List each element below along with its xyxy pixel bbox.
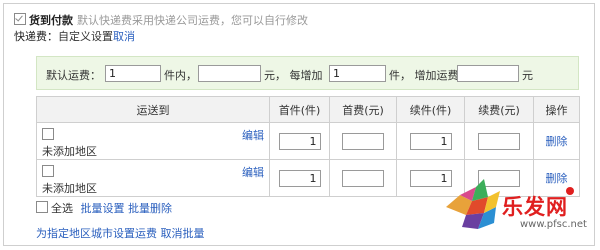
header-operation: 操作 <box>533 96 580 123</box>
header-add-qty: 续件(件) <box>396 96 465 123</box>
bulk-actions-row: 全选 批量设置 批量删除 <box>36 200 172 216</box>
first-qty-input[interactable] <box>278 132 321 150</box>
default-fee-box: 默认运费： 件内， 元， 每增加 件， 增加运费 元 <box>36 56 579 90</box>
default-unit-yuan-each: 元， 每增加 <box>264 69 323 82</box>
default-add-qty-input[interactable] <box>329 65 386 82</box>
first-fee-cell <box>329 122 397 160</box>
watermark-deer-graphic <box>446 179 500 229</box>
watermark-logo: 乐发网 www.pfsc.net <box>438 169 588 239</box>
cancel-batch-link[interactable]: 取消批量 <box>161 227 205 240</box>
fee-custom-text: 自定义设置 <box>58 30 113 43</box>
default-first-fee-input[interactable] <box>198 65 261 82</box>
select-all-checkbox[interactable] <box>36 201 48 213</box>
default-unit-piece-add: 件， 增加运费 <box>389 69 459 82</box>
default-unit-yuan: 元 <box>522 69 533 82</box>
default-first-qty-input[interactable] <box>105 65 161 82</box>
fee-row: 快递费：自定义设置取消 <box>14 28 135 44</box>
fee-cancel-link[interactable]: 取消 <box>113 30 135 43</box>
table-header-row: 运送到 首件(件) 首费(元) 续件(件) 续费(元) 操作 <box>36 96 580 123</box>
watermark-dot <box>566 187 574 195</box>
edit-region-link[interactable]: 编辑 <box>242 127 264 143</box>
header-first-fee: 首费(元) <box>329 96 397 123</box>
destination-cell: 编辑 未添加地区 <box>36 122 270 160</box>
region-text: 未添加地区 <box>42 182 97 195</box>
destination-cell: 编辑 未添加地区 <box>36 159 270 197</box>
first-fee-input[interactable] <box>342 169 384 187</box>
add-fee-input[interactable] <box>478 132 520 150</box>
cod-label: 货到付款 <box>29 14 73 27</box>
add-qty-input[interactable] <box>409 132 452 150</box>
first-fee-cell <box>329 159 397 197</box>
add-qty-cell <box>396 122 465 160</box>
delete-row-link[interactable]: 删除 <box>546 133 568 149</box>
watermark-text: 乐发网 <box>502 194 568 219</box>
set-city-fee-link[interactable]: 为指定地区城市设置运费 <box>36 227 157 240</box>
watermark-url: www.pfsc.net <box>520 219 587 230</box>
default-fee-label: 默认运费： <box>46 69 101 82</box>
default-unit-within: 件内， <box>164 69 197 82</box>
operation-cell: 删除 <box>533 122 580 160</box>
batch-set-link[interactable]: 批量设置 <box>81 202 125 215</box>
header-add-fee: 续费(元) <box>464 96 534 123</box>
row-checkbox[interactable] <box>42 165 54 177</box>
cod-row: 货到付款 默认快递费采用快递公司运费，您可以自行修改 <box>14 12 308 28</box>
city-fee-row: 为指定地区城市设置运费 取消批量 <box>36 225 205 241</box>
edit-region-link[interactable]: 编辑 <box>242 164 264 180</box>
add-fee-cell <box>464 122 534 160</box>
first-qty-input[interactable] <box>278 169 321 187</box>
select-all-label: 全选 <box>51 202 73 215</box>
region-text: 未添加地区 <box>42 145 97 158</box>
first-fee-input[interactable] <box>342 132 384 150</box>
header-first-qty: 首件(件) <box>269 96 330 123</box>
cod-hint: 默认快递费采用快递公司运费，您可以自行修改 <box>77 14 308 27</box>
fee-label: 快递费： <box>14 30 58 43</box>
batch-delete-link[interactable]: 批量删除 <box>128 202 172 215</box>
cod-checkbox[interactable] <box>14 13 26 25</box>
first-qty-cell <box>269 122 330 160</box>
default-add-fee-input[interactable] <box>457 65 519 82</box>
table-row: 编辑 未添加地区 删除 <box>36 122 580 160</box>
row-checkbox[interactable] <box>42 128 54 140</box>
first-qty-cell <box>269 159 330 197</box>
shipping-settings-panel: 货到付款 默认快递费采用快递公司运费，您可以自行修改 快递费：自定义设置取消 默认… <box>3 3 595 246</box>
header-destination: 运送到 <box>36 96 270 123</box>
